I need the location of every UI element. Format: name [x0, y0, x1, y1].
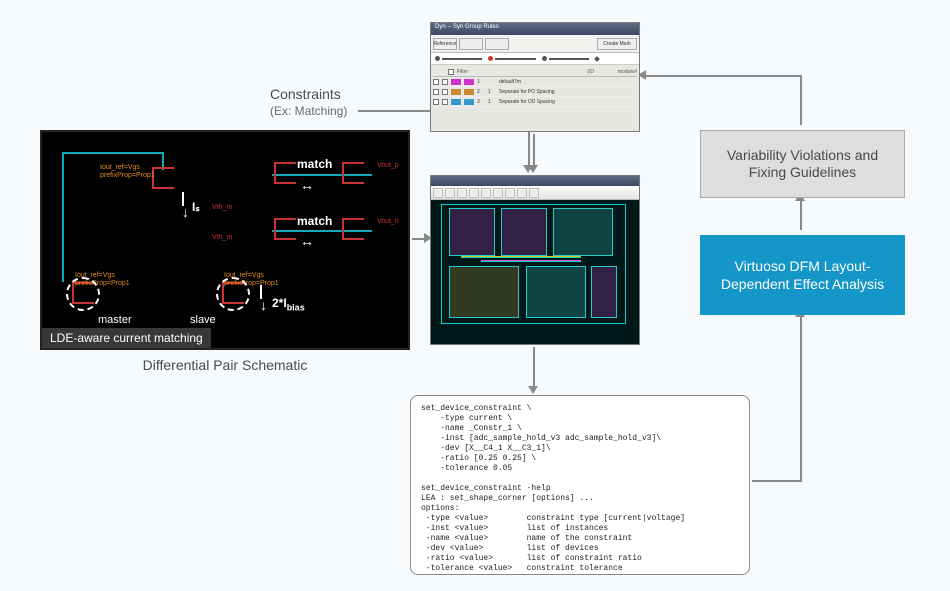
arrow-schematic-layout — [412, 238, 424, 240]
schematic-panel: Iout_ref=VgsprefixProp=Prop1 Iout_ref=Vg… — [40, 130, 410, 350]
toolbar-button[interactable]: Reference — [433, 38, 457, 50]
layout-toolbar — [431, 186, 639, 200]
layout-canvas — [431, 200, 639, 344]
table-row[interactable]: 2 1 Separate for PO Spacing — [433, 87, 637, 97]
arrow-layout-code — [533, 347, 535, 387]
window-table: Filter (ID module# 1 default7m 2 1 Separ… — [431, 65, 639, 109]
arrow-code-blue — [752, 480, 802, 482]
layout-window — [430, 175, 640, 345]
arrow-gui-layout — [533, 134, 535, 166]
tool-icon[interactable] — [457, 188, 467, 198]
tool-icon[interactable] — [493, 188, 503, 198]
constraints-subtitle: (Ex: Matching) — [270, 104, 347, 118]
tool-icon[interactable] — [481, 188, 491, 198]
tool-icon[interactable] — [433, 188, 443, 198]
window-titlebar: Dyn -- Syn Group Rules — [431, 23, 639, 35]
toolbar-button[interactable] — [459, 38, 483, 50]
arrow-gray-gui — [800, 75, 802, 125]
tool-icon[interactable] — [505, 188, 515, 198]
schematic-caption: Differential Pair Schematic — [40, 357, 410, 373]
variability-box: Variability Violations and Fixing Guidel… — [700, 130, 905, 198]
window-toolbar: Reference Create Mark — [431, 35, 639, 53]
is-label: Iₛ — [192, 200, 200, 214]
window-timeline — [431, 53, 639, 65]
toolbar-button[interactable] — [485, 38, 509, 50]
tool-icon[interactable] — [445, 188, 455, 198]
dfm-tool-window: Dyn -- Syn Group Rules Reference Create … — [430, 22, 640, 132]
checkbox[interactable] — [448, 69, 454, 75]
master-label: master — [98, 314, 132, 326]
toolbar-button[interactable]: Create Mark — [597, 38, 637, 50]
code-output: set_device_constraint \ -type current \ … — [410, 395, 750, 575]
ibias-label: 2*Ibias — [272, 296, 305, 312]
table-row[interactable]: 1 default7m — [433, 77, 637, 87]
constraints-title: Constraints — [270, 86, 341, 102]
table-row[interactable]: 3 1 Separate for OD Spacing — [433, 97, 637, 107]
tool-icon[interactable] — [529, 188, 539, 198]
schematic-banner: LDE-aware current matching — [42, 328, 211, 348]
tool-icon[interactable] — [517, 188, 527, 198]
arrow-blue-gray — [800, 200, 802, 230]
slave-label: slave — [190, 314, 216, 326]
tool-icon[interactable] — [469, 188, 479, 198]
match-label-2: match — [297, 214, 332, 228]
match-label-1: match — [297, 157, 332, 171]
dfm-analysis-box: Virtuoso DFM Layout-Dependent Effect Ana… — [700, 235, 905, 315]
